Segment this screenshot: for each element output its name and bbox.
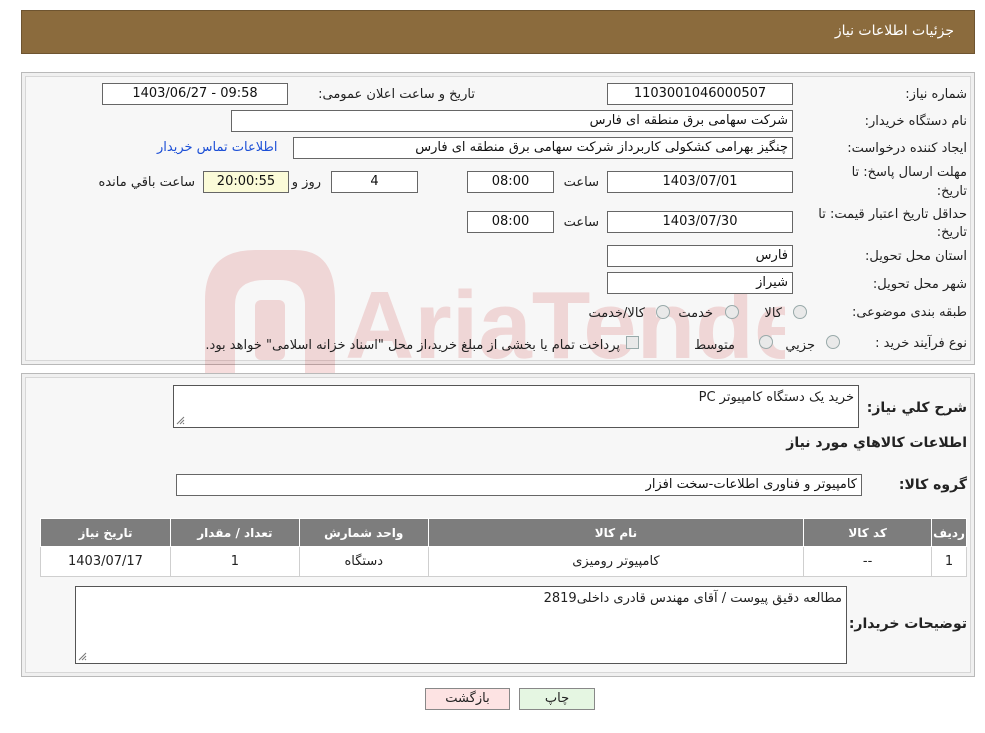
deadline-label-line1: مهلت ارسال پاسخ: تا [851, 165, 967, 180]
buyer-notes-label: توضیحات خریدار: [848, 616, 967, 632]
page-title: جزئیات اطلاعات نیاز [834, 23, 954, 39]
announce-field: 1403/06/27 - 09:58 [102, 83, 288, 105]
goods-info-title: اطلاعات کالاهاي مورد نياز [786, 435, 967, 451]
creator-label: ایجاد کننده درخواست: [847, 141, 967, 156]
page-header: جزئیات اطلاعات نیاز [21, 10, 975, 54]
deadline-date-field: 1403/07/01 [607, 171, 793, 193]
remaining-label: ساعت باقي مانده [98, 175, 195, 190]
days-field: 4 [331, 171, 418, 193]
need-number-field: 1103001046000507 [607, 83, 793, 105]
cell-unit: دستگاه [298, 546, 429, 577]
validity-date-field: 1403/07/30 [607, 211, 793, 233]
need-number-label: شماره نیاز: [905, 87, 967, 102]
print-button[interactable]: چاپ [519, 688, 595, 710]
days-label: روز و [291, 175, 321, 190]
goods-table: رديف کد کالا نام کالا واحد شمارش تعداد /… [40, 518, 967, 577]
goods-group-label: گروه کالا: [898, 477, 967, 493]
col-need-date: تاریخ نیاز [40, 518, 171, 547]
goods-group-field: کامپیوتر و فناوری اطلاعات-سخت افزار [176, 474, 862, 496]
process-option-minor: جزیي [785, 338, 815, 353]
cell-goods-name: کامپیوتر رومیزی [427, 546, 805, 577]
validity-label-line1: حداقل تاریخ اعتبار قیمت: تا [818, 207, 967, 222]
goods-table-header-row: رديف کد کالا نام کالا واحد شمارش تعداد /… [40, 518, 967, 547]
city-label: شهر محل تحویل: [872, 277, 967, 292]
category-radio-goods-service[interactable] [656, 305, 670, 319]
process-radio-medium[interactable] [759, 335, 773, 349]
cell-row-number: 1 [931, 546, 967, 577]
col-goods-code: کد کالا [803, 518, 933, 547]
col-quantity: تعداد / مقدار [169, 518, 300, 547]
validity-label-line2: تاریخ: [936, 225, 967, 240]
col-goods-name: نام کالا [427, 518, 805, 547]
buyer-notes-text: مطالعه دقیق پیوست / آقای مهندس قادری داخ… [543, 591, 842, 606]
cell-goods-code: -- [803, 546, 933, 577]
process-label: نوع فرآیند خرید : [875, 336, 967, 351]
announce-label: تاریخ و ساعت اعلان عمومی: [318, 87, 475, 102]
category-radio-goods[interactable] [793, 305, 807, 319]
validity-time-field: 08:00 [467, 211, 554, 233]
category-label: طبقه بندی موضوعی: [851, 305, 967, 320]
resize-grip-icon[interactable] [78, 652, 87, 661]
treasury-checkbox[interactable] [626, 336, 639, 349]
category-option-goods: کالا [764, 306, 782, 321]
summary-textarea[interactable]: خرید یک دستگاه کامپیوتر PC [173, 385, 859, 428]
category-radio-service[interactable] [725, 305, 739, 319]
deadline-time-label: ساعت [563, 175, 599, 190]
buyer-org-field: شرکت سهامی برق منطقه ای فارس [231, 110, 793, 132]
city-field: شیراز [607, 272, 793, 294]
process-option-medium: متوسط [694, 338, 735, 353]
validity-time-label: ساعت [563, 215, 599, 230]
resize-grip-icon[interactable] [176, 416, 185, 425]
back-button[interactable]: بازگشت [425, 688, 510, 710]
buyer-contact-link[interactable]: اطلاعات تماس خریدار [157, 140, 277, 155]
table-row: 1 -- کامپیوتر رومیزی دستگاه 1 1403/07/17 [40, 546, 967, 577]
process-radio-minor[interactable] [826, 335, 840, 349]
category-option-service: خدمت [678, 306, 713, 321]
category-option-goods-service: کالا/خدمت [588, 306, 645, 321]
summary-label: شرح کلي نياز: [866, 400, 967, 416]
payment-note: پرداخت تمام یا بخشی از مبلغ خرید،از محل … [205, 338, 620, 353]
buyer-notes-textarea[interactable]: مطالعه دقیق پیوست / آقای مهندس قادری داخ… [75, 586, 847, 664]
buyer-org-label: نام دستگاه خریدار: [864, 114, 967, 129]
cell-need-date: 1403/07/17 [40, 546, 171, 577]
province-field: فارس [607, 245, 793, 267]
creator-field: چنگیز بهرامی کشکولی کاربرداز شرکت سهامی … [293, 137, 793, 159]
summary-text: خرید یک دستگاه کامپیوتر PC [698, 390, 854, 405]
remaining-time-field: 20:00:55 [203, 171, 289, 193]
deadline-time-field: 08:00 [467, 171, 554, 193]
province-label: استان محل تحویل: [865, 249, 967, 264]
col-unit: واحد شمارش [298, 518, 429, 547]
deadline-label-line2: تاریخ: [936, 184, 967, 199]
cell-quantity: 1 [169, 546, 300, 577]
col-row-number: رديف [931, 518, 967, 547]
